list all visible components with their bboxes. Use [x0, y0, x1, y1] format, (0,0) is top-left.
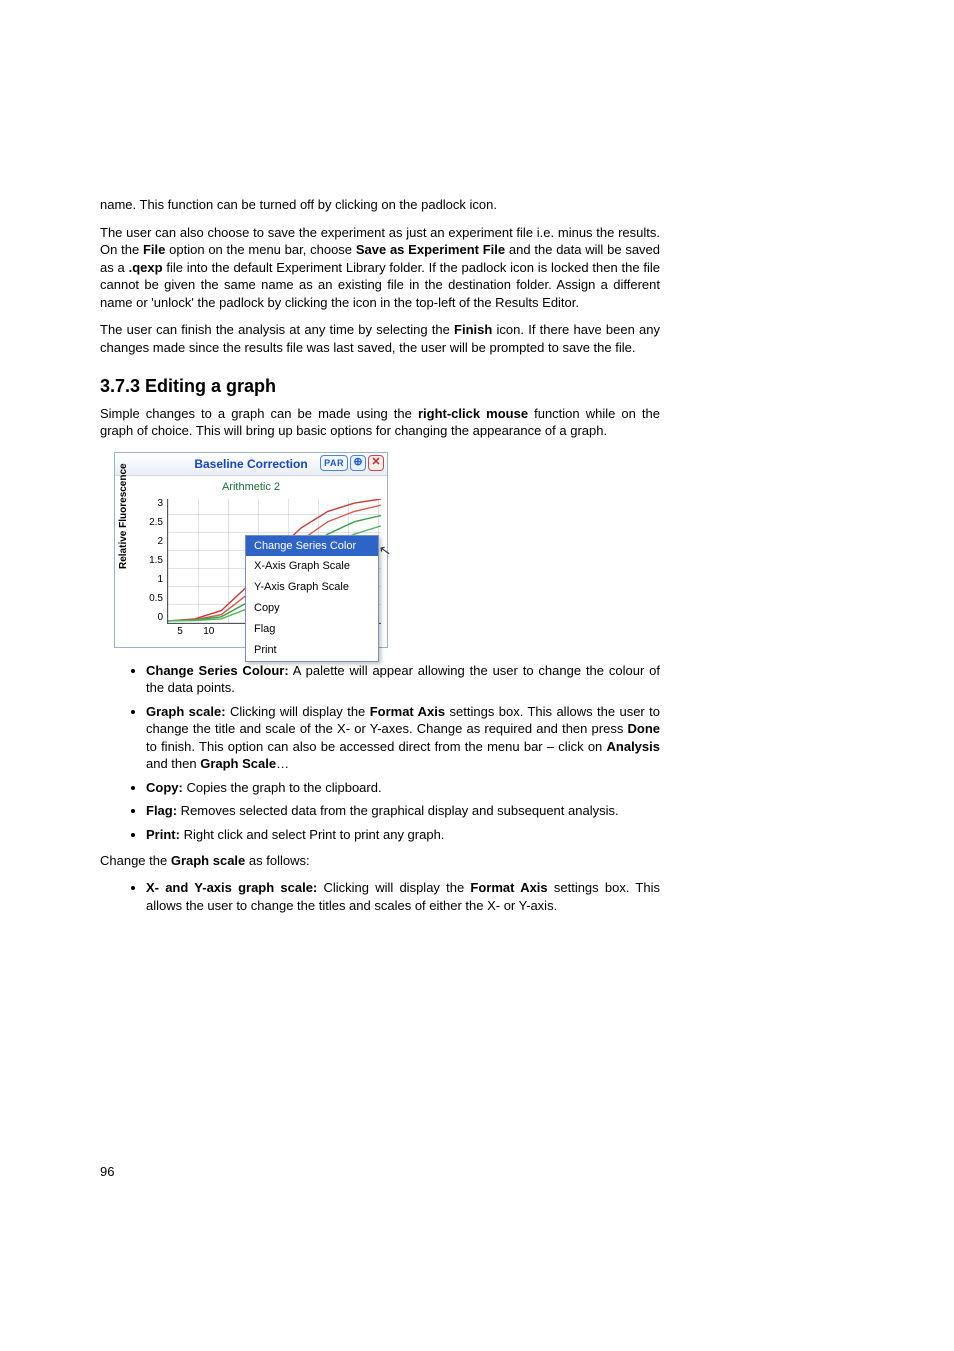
- bullet-xy-axis-scale: X- and Y-axis graph scale: Clicking will…: [146, 879, 660, 914]
- text: Clicking will display the: [226, 704, 370, 719]
- bold: Graph scale:: [146, 704, 226, 719]
- par-badge[interactable]: PAR: [320, 455, 348, 471]
- close-icon[interactable]: ✕: [368, 455, 384, 471]
- page: name. This function can be turned off by…: [0, 0, 954, 1351]
- change-graph-scale-line: Change the Graph scale as follows:: [100, 852, 660, 870]
- figure-subtitle: Arithmetic 2: [115, 476, 387, 497]
- bold: Done: [628, 721, 661, 736]
- zoom-icon[interactable]: ⊕: [350, 455, 366, 471]
- text: Copies the graph to the clipboard.: [183, 780, 382, 795]
- bullet-copy: Copy: Copies the graph to the clipboard.: [146, 779, 660, 797]
- text: Clicking will display the: [317, 880, 470, 895]
- figure-graph-context-menu: Baseline Correction PAR ⊕ ✕ Arithmetic 2…: [114, 452, 388, 648]
- bullet-list-1: Change Series Colour: A palette will app…: [100, 662, 660, 844]
- heading-editing-graph: 3.7.3 Editing a graph: [100, 374, 660, 398]
- bold-file: File: [143, 242, 165, 257]
- text: The user can finish the analysis at any …: [100, 322, 454, 337]
- intro-fragment: name. This function can be turned off by…: [100, 196, 660, 214]
- ctx-copy[interactable]: Copy: [246, 598, 378, 619]
- bold: Change Series Colour:: [146, 663, 289, 678]
- titlebar-icons: PAR ⊕ ✕: [320, 455, 384, 471]
- para-save-experiment: The user can also choose to save the exp…: [100, 224, 660, 312]
- bold: Copy:: [146, 780, 183, 795]
- page-number: 96: [100, 1164, 114, 1179]
- cursor-icon: ↖: [377, 540, 392, 561]
- ytick: 2.5: [141, 516, 163, 530]
- ytick: 1: [141, 573, 163, 587]
- text: Right click and select Print to print an…: [180, 827, 444, 842]
- text: Change the: [100, 853, 171, 868]
- figure-title: Baseline Correction: [194, 456, 307, 472]
- ytick: 0: [141, 611, 163, 625]
- text: and then: [146, 756, 200, 771]
- ctx-x-axis-scale[interactable]: X-Axis Graph Scale: [246, 556, 378, 577]
- text: file into the default Experiment Library…: [100, 260, 660, 310]
- xtick: 10: [196, 625, 222, 639]
- text: to finish. This option can also be acces…: [146, 739, 607, 754]
- bullet-change-series-colour: Change Series Colour: A palette will app…: [146, 662, 660, 697]
- bold: Print:: [146, 827, 180, 842]
- ytick: 1.5: [141, 554, 163, 568]
- bold: Format Axis: [470, 880, 547, 895]
- content-column: name. This function can be turned off by…: [100, 196, 660, 922]
- bold: Format Axis: [370, 704, 445, 719]
- ytick: 3: [141, 497, 163, 511]
- bullet-graph-scale: Graph scale: Clicking will display the F…: [146, 703, 660, 773]
- ctx-change-series-color[interactable]: Change Series Color: [246, 536, 378, 557]
- bold: X- and Y-axis graph scale:: [146, 880, 317, 895]
- bold: Analysis: [607, 739, 660, 754]
- figure-titlebar: Baseline Correction PAR ⊕ ✕: [115, 452, 387, 476]
- bold: Graph scale: [171, 853, 245, 868]
- bold-finish: Finish: [454, 322, 492, 337]
- bullet-print: Print: Right click and select Print to p…: [146, 826, 660, 844]
- ytick: 2: [141, 535, 163, 549]
- figure-xaxis: 5 10: [167, 625, 222, 639]
- bold-right-click: right-click mouse: [418, 406, 528, 421]
- xtick: 5: [167, 625, 193, 639]
- bold: Graph Scale: [200, 756, 276, 771]
- text: …: [276, 756, 289, 771]
- text: option on the menu bar, choose: [165, 242, 355, 257]
- para-right-click: Simple changes to a graph can be made us…: [100, 405, 660, 440]
- ctx-flag[interactable]: Flag: [246, 619, 378, 640]
- bold-save-as: Save as Experiment File: [356, 242, 505, 257]
- text: Removes selected data from the graphical…: [177, 803, 619, 818]
- ctx-print[interactable]: Print: [246, 640, 378, 661]
- ctx-y-axis-scale[interactable]: Y-Axis Graph Scale: [246, 577, 378, 598]
- figure-ylabel: Relative Fluorescence: [117, 463, 131, 569]
- bold-qexp: .qexp: [129, 260, 163, 275]
- figure-plot-area: Relative Fluorescence 3 2.5 2 1.5 1 0.5 …: [119, 497, 383, 643]
- bullet-list-2: X- and Y-axis graph scale: Clicking will…: [100, 879, 660, 914]
- ytick: 0.5: [141, 592, 163, 606]
- bullet-flag: Flag: Removes selected data from the gra…: [146, 802, 660, 820]
- text: as follows:: [245, 853, 309, 868]
- bold: Flag:: [146, 803, 177, 818]
- para-finish: The user can finish the analysis at any …: [100, 321, 660, 356]
- context-menu: Change Series Color X-Axis Graph Scale Y…: [245, 535, 379, 662]
- text: Simple changes to a graph can be made us…: [100, 406, 418, 421]
- figure-yaxis: 3 2.5 2 1.5 1 0.5 0: [141, 497, 163, 625]
